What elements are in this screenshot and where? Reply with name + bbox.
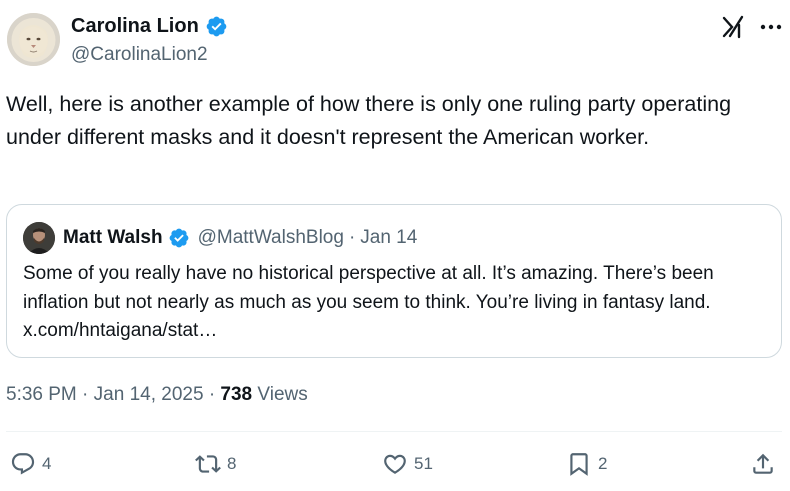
reply-icon <box>11 453 35 475</box>
divider <box>6 431 782 432</box>
verified-badge-icon <box>169 228 188 248</box>
quote-author-name[interactable]: Matt Walsh <box>63 225 163 251</box>
quote-date[interactable]: Jan 14 <box>360 225 417 251</box>
author-handle[interactable]: @CarolinaLion2 <box>71 43 208 67</box>
like-button[interactable]: 51 <box>382 450 433 478</box>
repost-button[interactable]: 8 <box>195 450 236 478</box>
heart-icon <box>384 454 406 474</box>
author-avatar[interactable] <box>7 13 60 66</box>
reply-button[interactable]: 4 <box>10 450 51 478</box>
tweet-text: Well, here is another example of how the… <box>6 92 732 149</box>
bookmark-icon <box>570 453 588 476</box>
repost-icon <box>195 455 221 473</box>
bookmark-button[interactable]: 2 <box>566 450 607 478</box>
tweet-time[interactable]: 5:36 PM <box>6 384 77 405</box>
meta-separator: · <box>82 384 89 405</box>
quote-text: Some of you really have no historical pe… <box>23 263 714 341</box>
repost-count: 8 <box>227 454 237 473</box>
share-icon <box>753 453 773 474</box>
verified-badge-icon <box>206 16 227 36</box>
grok-icon[interactable] <box>721 14 747 40</box>
author-name-text[interactable]: Carolina Lion <box>71 14 199 38</box>
tweet: Carolina Lion @CarolinaLion2 Well, here … <box>0 0 790 491</box>
quote-separator: · <box>348 227 356 248</box>
more-options-icon[interactable] <box>759 16 783 38</box>
quoted-tweet-card[interactable]: Matt Walsh @MattWalshBlog · Jan 14 Some … <box>6 204 782 358</box>
meta-separator: · <box>208 384 216 405</box>
bookmark-count: 2 <box>598 454 608 473</box>
quote-author-handle[interactable]: @MattWalshBlog <box>198 225 344 251</box>
quote-header: Matt Walsh @MattWalshBlog · Jan 14 <box>63 225 417 251</box>
quote-author-avatar[interactable] <box>23 222 55 254</box>
tweet-date[interactable]: Jan 14, 2025 <box>94 384 204 405</box>
like-count: 51 <box>414 454 433 473</box>
views-label: Views <box>257 384 308 405</box>
tweet-meta: 5:36 PM · Jan 14, 2025 · 738 Views <box>6 383 308 407</box>
views-count: 738 <box>220 384 253 405</box>
author-name[interactable]: Carolina Lion <box>71 14 228 38</box>
share-button[interactable] <box>750 450 776 478</box>
reply-count: 4 <box>42 454 52 473</box>
